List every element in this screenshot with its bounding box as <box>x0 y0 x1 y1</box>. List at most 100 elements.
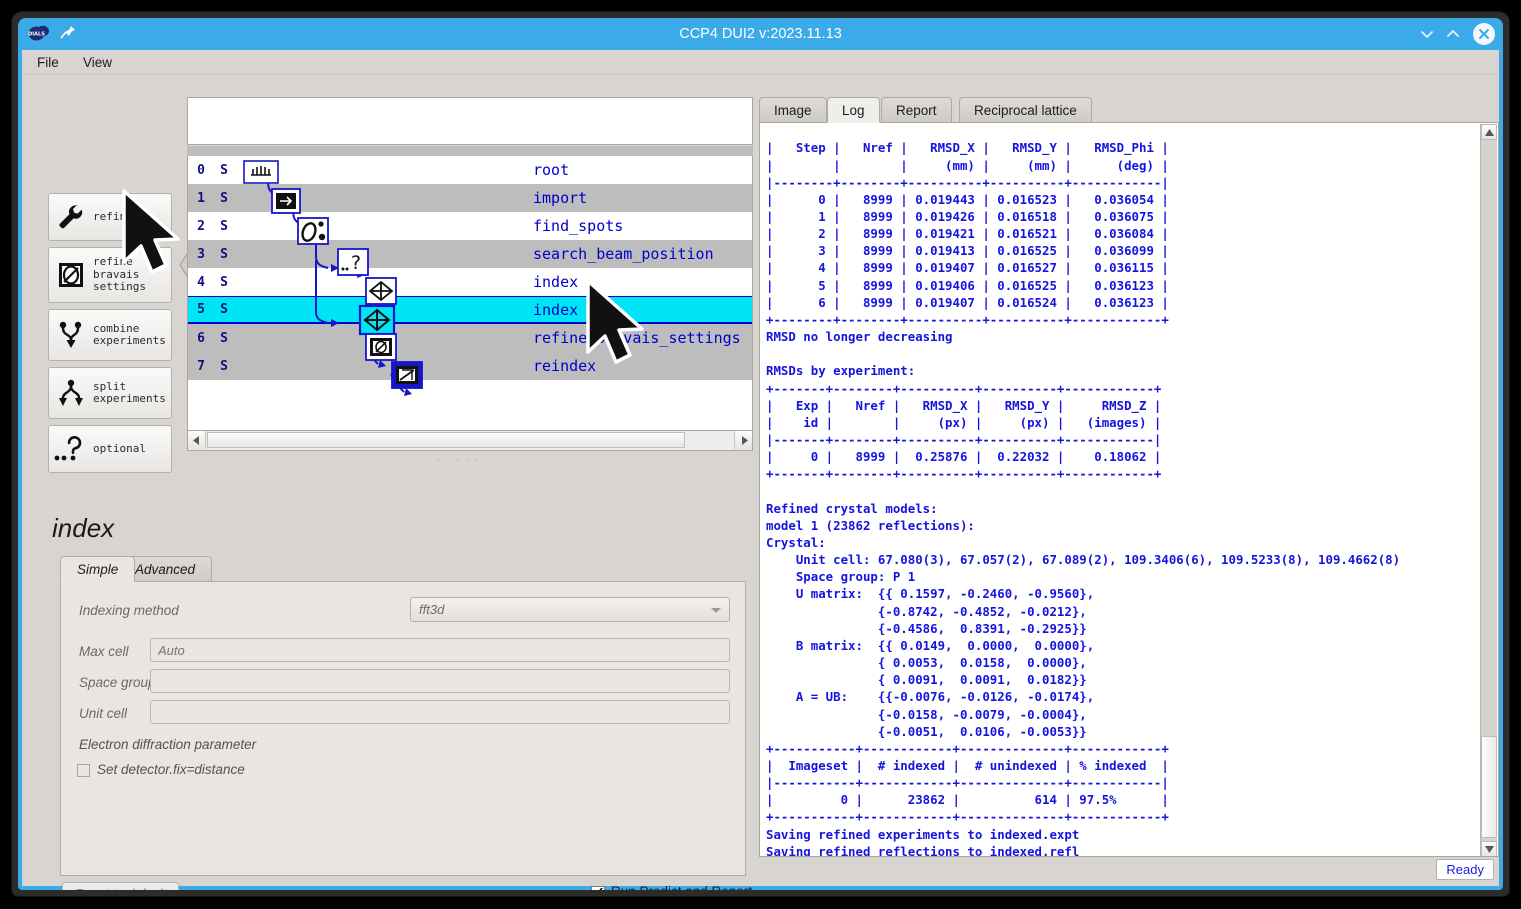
page-title: index <box>52 513 115 543</box>
tool-button-optional[interactable]: optional <box>48 425 172 473</box>
window-title: CCP4 DUI2 v:2023.11.13 <box>679 26 842 42</box>
question-dots-icon <box>49 435 93 463</box>
tree-row-status: S <box>220 246 228 262</box>
label-unit-cell: Unit cell <box>79 705 128 721</box>
client-area: refine refine bravais settings combine e… <box>22 75 1499 890</box>
tool-button-split-experiments[interactable]: split experiments <box>48 367 172 419</box>
tree-row-name: reindex <box>533 357 597 375</box>
tree-row-name: find_spots <box>533 217 624 235</box>
run-predict-label: Run Predict and Report <box>611 884 752 890</box>
log-vscroll-thumb[interactable] <box>1481 736 1497 838</box>
tool-button-label: split experiments <box>93 379 166 405</box>
tree-row-index: 1 <box>197 190 205 206</box>
tab-reciprocal-lattice[interactable]: Reciprocal lattice <box>959 97 1092 123</box>
max-cell-input[interactable] <box>150 638 730 662</box>
minimize-button[interactable] <box>1417 24 1437 44</box>
tree-row-status: S <box>220 358 228 374</box>
tree-row-index: 4 <box>197 274 205 290</box>
parameter-tabs: Simple Advanced <box>60 556 746 582</box>
tree-row-status: S <box>220 302 228 317</box>
tree-row-0[interactable]: 0 S root <box>188 156 752 184</box>
log-vertical-scrollbar[interactable] <box>1480 124 1497 856</box>
tree-row-index: 5 <box>197 302 205 317</box>
merge-icon <box>49 320 93 350</box>
tree-row-status: S <box>220 330 228 346</box>
tree-horizontal-scrollbar[interactable] <box>187 431 753 451</box>
detector-fix-checkbox[interactable] <box>77 764 90 777</box>
label-max-cell: Max cell <box>79 643 129 659</box>
scroll-left-icon[interactable] <box>188 431 206 449</box>
tab-image[interactable]: Image <box>759 97 827 123</box>
tree-header-area <box>187 97 753 145</box>
tree-row-2[interactable]: 2 S find_spots <box>188 212 752 240</box>
tab-report[interactable]: Report <box>881 97 952 123</box>
run-predict-checkbox[interactable]: ✓ <box>591 884 605 890</box>
wrench-icon <box>49 203 93 231</box>
tree-row-status: S <box>220 218 228 234</box>
maximize-button[interactable] <box>1443 24 1463 44</box>
tree-row-status: S <box>220 274 228 290</box>
label-indexing-method: Indexing method <box>79 602 179 618</box>
status-bar: Ready <box>757 859 1499 882</box>
tree-row-name: refine_bravais_settings <box>533 329 741 347</box>
scroll-up-icon[interactable] <box>1481 124 1497 140</box>
tree-row-3[interactable]: 3 S search_beam_position <box>188 240 752 268</box>
pipeline-tree-panel: 0 S root 1 S import 2 S find_spots 3 S s… <box>179 97 757 464</box>
electron-diffraction-section-label: Electron diffraction parameter <box>79 737 257 752</box>
tree-row-name: index <box>533 300 579 319</box>
split-icon <box>49 378 93 408</box>
tree-row-1[interactable]: 1 S import <box>188 184 752 212</box>
tree-row-4[interactable]: 4 S index <box>188 268 752 296</box>
panel-resize-grip[interactable]: · · · · · <box>437 454 480 464</box>
scroll-down-icon[interactable] <box>1481 841 1497 856</box>
tree-row-index: 2 <box>197 218 205 234</box>
tool-button-combine-experiments[interactable]: combine experiments <box>48 309 172 361</box>
menu-bar: File View <box>22 50 1499 75</box>
tree-row-index: 6 <box>197 330 205 346</box>
indexing-method-select[interactable]: fft3d <box>410 597 730 622</box>
tree-row-5-selected[interactable]: 5 S index <box>188 296 752 324</box>
tab-log[interactable]: Log <box>827 97 880 123</box>
tree-row-6[interactable]: 6 S refine_bravais_settings <box>188 324 752 352</box>
parameter-form: Indexing method fft3d Max cell Space gro… <box>60 581 746 876</box>
tool-button-refine[interactable]: refine <box>48 193 172 241</box>
tree-row-index: 0 <box>197 162 205 178</box>
status-badge[interactable]: Ready <box>1436 859 1494 880</box>
desktop-backdrop: DIALS CCP4 DUI2 v:2023.11.13 File View r… <box>0 0 1521 909</box>
tool-button-label: optional <box>93 441 146 455</box>
tree-hscroll-thumb[interactable] <box>207 432 685 448</box>
tree-row-name: search_beam_position <box>533 245 714 263</box>
log-text: | Step | Nref | RMSD_X | RMSD_Y | RMSD_P… <box>766 140 1401 857</box>
output-tabs: Image Log Report Reciprocal lattice <box>757 97 1499 123</box>
output-panel: Image Log Report Reciprocal lattice | St… <box>757 97 1499 882</box>
label-space-group: Space group <box>79 674 156 690</box>
tree-row-index: 3 <box>197 246 205 262</box>
tree-row-name: root <box>533 161 570 179</box>
tool-button-label: refine bravais settings <box>93 255 146 294</box>
scroll-right-icon[interactable] <box>734 431 752 449</box>
check-icon: ✓ <box>593 884 605 890</box>
bravais-icon <box>49 260 93 290</box>
close-button[interactable] <box>1473 23 1495 45</box>
reset-to-default-button[interactable]: Reset to default <box>62 882 180 890</box>
tool-button-label: refine <box>93 209 133 223</box>
tree-row-status: S <box>220 162 228 178</box>
tool-button-label: combine experiments <box>93 321 166 347</box>
tab-simple[interactable]: Simple <box>60 556 136 582</box>
menu-file[interactable]: File <box>28 50 68 75</box>
pipeline-tree[interactable]: 0 S root 1 S import 2 S find_spots 3 S s… <box>187 156 753 431</box>
tree-row-index: 7 <box>197 358 205 374</box>
tree-row-7[interactable]: 7 S reindex <box>188 352 752 380</box>
tree-splitter[interactable] <box>187 146 753 156</box>
space-group-input[interactable] <box>150 669 730 693</box>
task-toolbox: refine refine bravais settings combine e… <box>48 193 172 479</box>
application-window: DIALS CCP4 DUI2 v:2023.11.13 File View r… <box>18 18 1503 890</box>
detector-fix-label: Set detector.fix=distance <box>97 762 245 777</box>
log-viewer[interactable]: | Step | Nref | RMSD_X | RMSD_Y | RMSD_P… <box>759 122 1499 857</box>
menu-view[interactable]: View <box>74 50 121 75</box>
tool-button-refine-bravais-settings[interactable]: refine bravais settings <box>48 247 172 303</box>
title-bar: DIALS CCP4 DUI2 v:2023.11.13 <box>18 18 1503 50</box>
unit-cell-input[interactable] <box>150 700 730 724</box>
tree-row-name: index <box>533 273 579 291</box>
chevron-down-icon <box>711 608 721 613</box>
